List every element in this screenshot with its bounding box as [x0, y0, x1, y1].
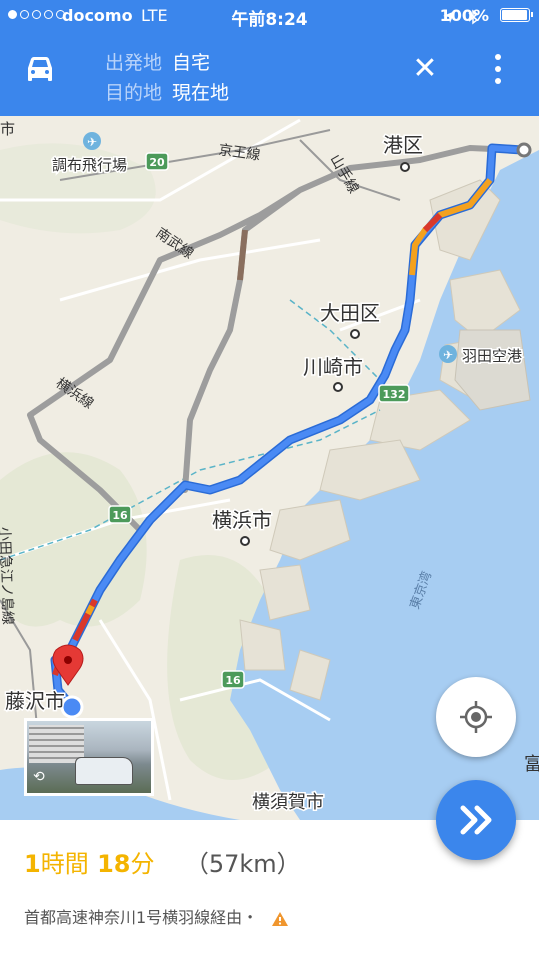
place-label-edge-right: 富	[524, 754, 539, 775]
route-start-marker[interactable]	[516, 142, 532, 158]
svg-text:16: 16	[112, 509, 128, 522]
airport-icon: ✈	[439, 345, 457, 363]
svg-text:20: 20	[149, 156, 165, 169]
double-chevron-right-icon	[460, 805, 492, 835]
svg-text:132: 132	[383, 388, 406, 401]
travel-time: 1時間 18分 （57km）	[24, 844, 301, 879]
route-shield: 132	[378, 384, 410, 403]
place-label-fujisawa: 藤沢市	[5, 689, 65, 713]
warning-icon[interactable]	[271, 911, 289, 927]
place-label-minato: 港区	[383, 133, 423, 157]
place-label-top-left: 市	[0, 120, 15, 138]
origin-row[interactable]: 出発地 自宅	[105, 48, 210, 75]
rail-label-odakyu: 小田急江ノ島線	[0, 527, 15, 625]
place-label-chofu-airport: 調布飛行場	[52, 156, 127, 174]
route-shield: 16	[221, 670, 245, 689]
car-icon[interactable]	[24, 54, 56, 84]
duration-minutes: 18	[97, 850, 131, 878]
duration-minutes-unit: 分	[130, 850, 155, 878]
svg-text:✈: ✈	[443, 348, 453, 362]
more-vert-icon[interactable]	[486, 52, 510, 86]
battery-percent: 100%	[439, 6, 489, 25]
status-bar: docomo LTE 午前8:24 100%	[0, 0, 539, 30]
route-shield: 16	[108, 505, 132, 524]
origin-label: 出発地	[105, 52, 163, 74]
directions-header: 出発地 自宅 目的地 現在地 ✕	[0, 30, 539, 116]
close-icon[interactable]: ✕	[408, 52, 442, 86]
street-view-image	[75, 757, 133, 785]
airport-icon: ✈	[83, 132, 101, 150]
rotate-360-icon: ⟲	[33, 769, 45, 785]
street-view-thumbnail[interactable]: ⟲	[24, 718, 154, 796]
current-location-dot	[60, 695, 84, 719]
destination-row[interactable]: 目的地 現在地	[105, 78, 229, 105]
battery-level	[502, 10, 528, 20]
route-via-text: 首都高速神奈川1号横羽線経由・	[24, 908, 259, 927]
destination-value[interactable]: 現在地	[172, 82, 229, 104]
place-label-yokosuka: 横須賀市	[252, 792, 324, 813]
place-label-ota: 大田区	[320, 301, 380, 325]
route-distance: （57km）	[184, 850, 301, 878]
route-via: 首都高速神奈川1号横羽線経由・	[24, 904, 289, 928]
svg-text:16: 16	[225, 674, 241, 687]
destination-label: 目的地	[105, 82, 163, 104]
route-shield: 20	[145, 152, 169, 171]
my-location-button[interactable]	[436, 677, 516, 757]
battery-icon	[500, 8, 533, 22]
duration-hours-unit: 時間	[40, 850, 89, 878]
svg-text:✈: ✈	[87, 135, 97, 149]
place-label-kawasaki: 川崎市	[303, 355, 363, 379]
place-label-yokohama: 横浜市	[212, 508, 272, 532]
start-navigation-button[interactable]	[436, 780, 516, 860]
origin-value[interactable]: 自宅	[172, 52, 210, 74]
place-label-haneda: 羽田空港	[462, 347, 522, 365]
duration-hours: 1	[24, 850, 41, 878]
my-location-icon	[460, 701, 492, 733]
